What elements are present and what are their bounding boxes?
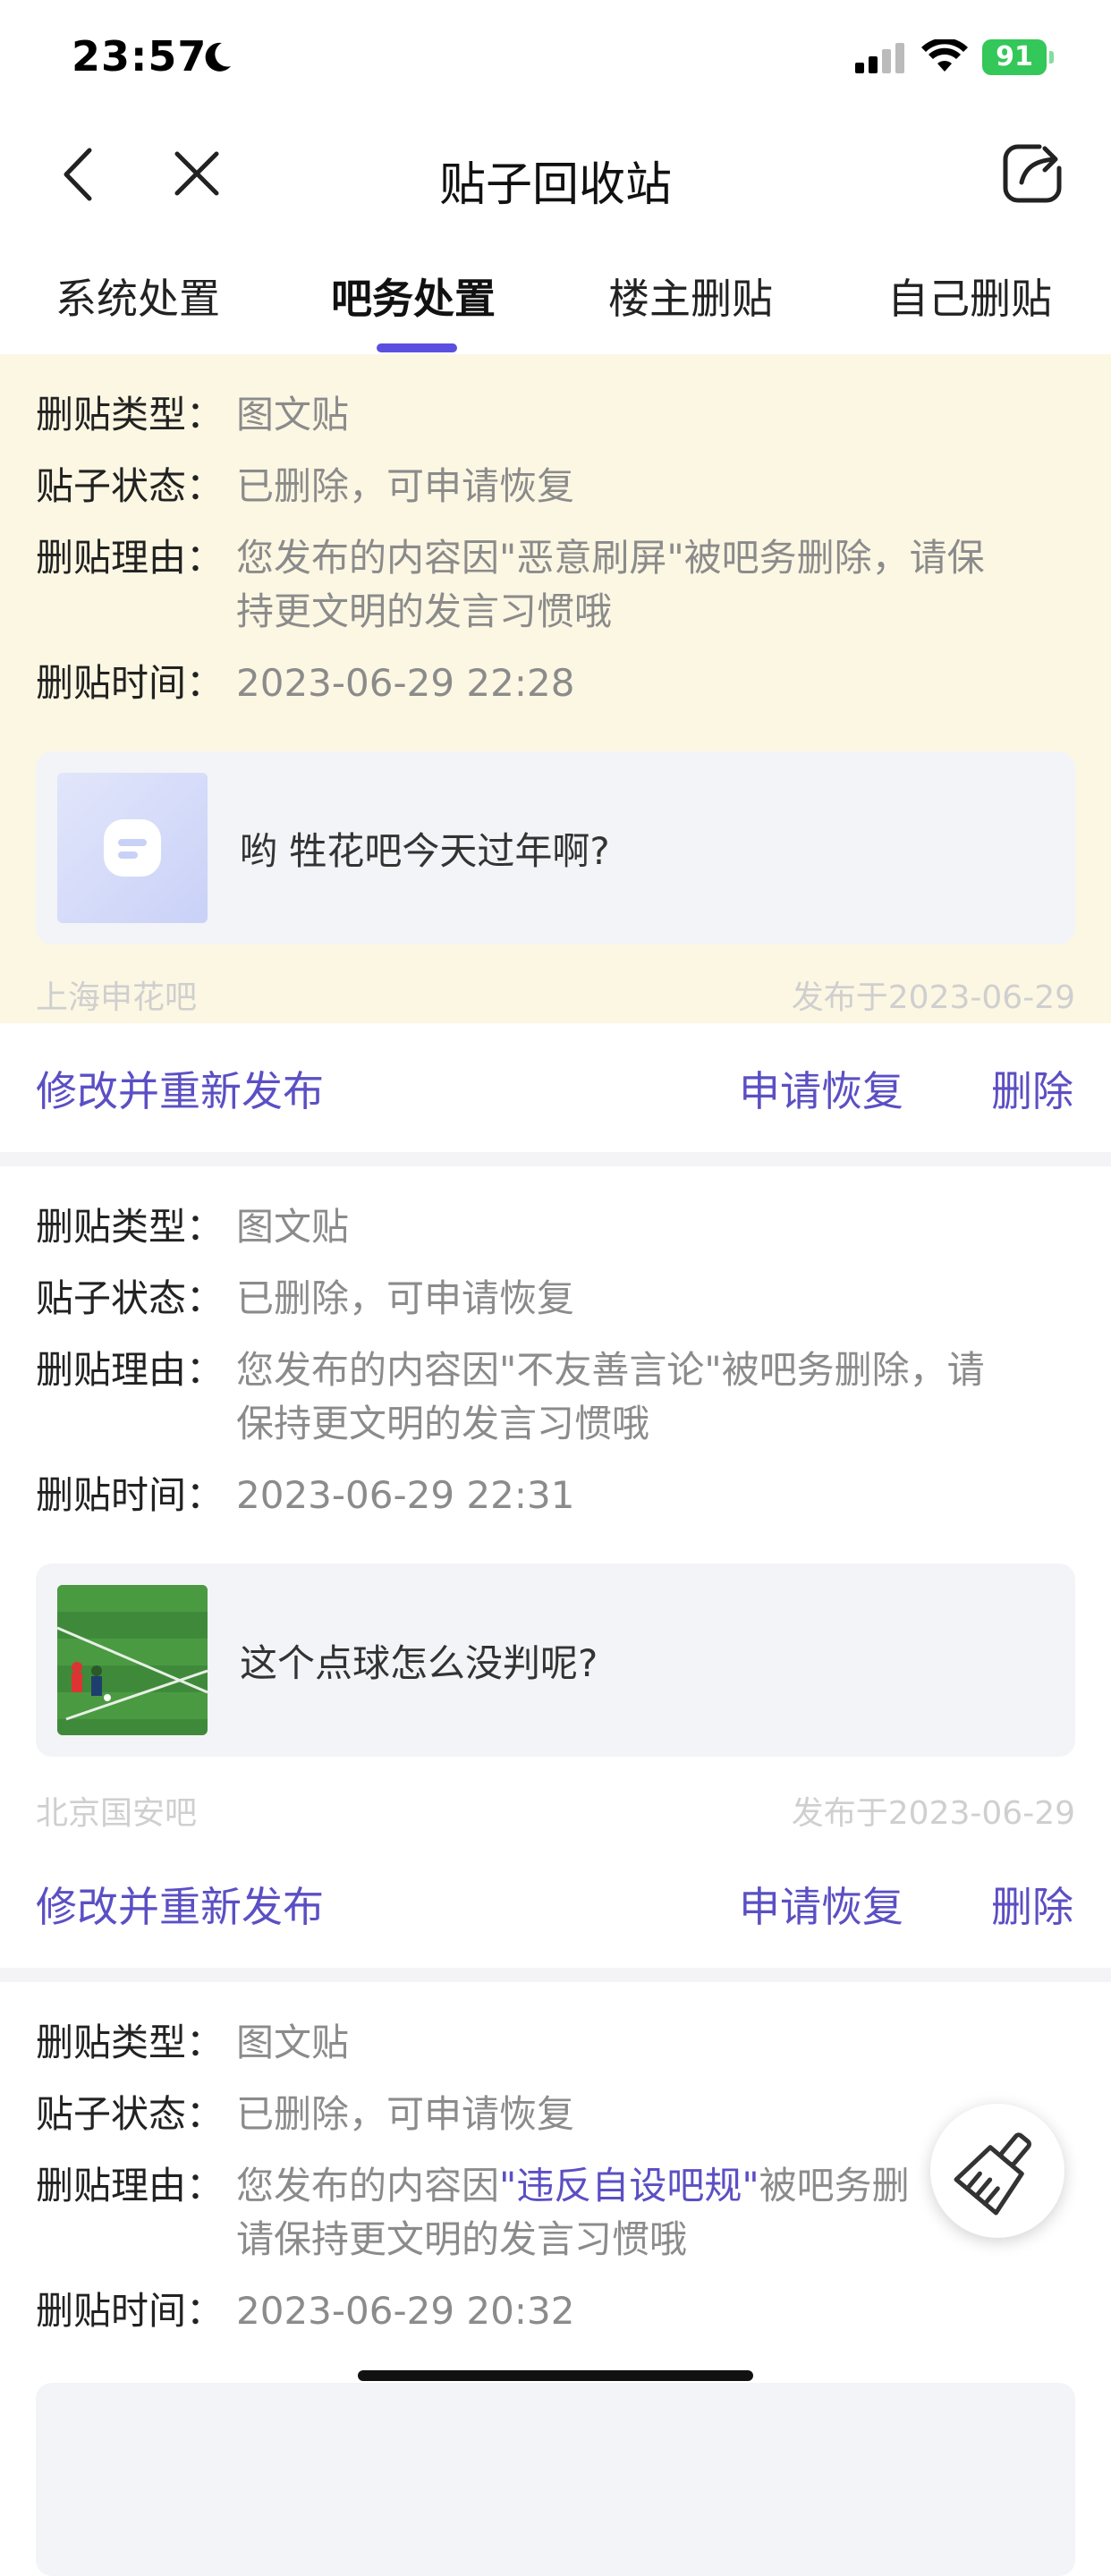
card-actions: 修改并重新发布 申请恢复 删除	[0, 1839, 1111, 1964]
edit-republish-button[interactable]: 修改并重新发布	[36, 1059, 324, 1118]
bar-name: 上海申花吧	[36, 979, 198, 1016]
post-thumbnail	[57, 1585, 208, 1735]
tab-bar: 系统处置 吧务处置 楼主删贴 自己删贴	[0, 242, 1111, 354]
tab-admin[interactable]: 吧务处置	[331, 267, 496, 326]
apply-restore-button[interactable]: 申请恢复	[739, 1059, 903, 1118]
status-bar: 23:57 91	[0, 0, 1111, 116]
tab-self-deleted[interactable]: 自己删贴	[887, 267, 1052, 326]
battery-indicator: 91	[982, 39, 1054, 75]
share-icon[interactable]	[1000, 141, 1064, 206]
status-time: 23:57	[72, 32, 208, 80]
tab-system[interactable]: 系统处置	[55, 267, 220, 326]
publish-date: 发布于2023-06-29	[791, 979, 1075, 1016]
divider	[0, 1152, 1111, 1166]
post-preview[interactable]	[36, 2383, 1075, 2576]
reason-rule-link[interactable]: "违反自设吧规"	[499, 2164, 759, 2207]
delete-button[interactable]: 删除	[991, 1875, 1073, 1934]
post-title: 这个点球怎么没判呢?	[240, 1641, 598, 1685]
broom-icon	[954, 2132, 1031, 2216]
post-preview[interactable]: 这个点球怎么没判呢?	[36, 1563, 1075, 1757]
placeholder-icon	[104, 819, 161, 877]
deleted-post-card: 删贴类型： 图文贴 贴子状态： 已删除，可申请恢复 删贴理由： 您发布的内容因"…	[36, 1205, 1075, 1832]
tab-indicator	[377, 343, 457, 352]
cleanup-button[interactable]	[930, 2104, 1064, 2238]
card-actions: 修改并重新发布 申请恢复 删除	[0, 1023, 1111, 1148]
football-photo	[57, 1585, 208, 1735]
signal-icon	[855, 43, 904, 73]
page-title: 贴子回收站	[438, 158, 672, 212]
moon-icon	[205, 42, 231, 72]
delete-button[interactable]: 删除	[991, 1059, 1073, 1118]
home-indicator	[358, 2370, 753, 2381]
divider	[0, 1968, 1111, 1982]
bar-name: 北京国安吧	[36, 1795, 198, 1832]
nav-bar: 贴子回收站	[0, 116, 1111, 233]
post-title: 哟 牲花吧今天过年啊?	[240, 829, 610, 873]
deleted-post-card: 删贴类型： 图文贴 贴子状态： 已删除，可申请恢复 删贴理由： 您发布的内容因"…	[0, 354, 1111, 1023]
edit-republish-button[interactable]: 修改并重新发布	[36, 1875, 324, 1934]
publish-date: 发布于2023-06-29	[791, 1795, 1075, 1832]
apply-restore-button[interactable]: 申请恢复	[739, 1875, 903, 1934]
post-preview[interactable]: 哟 牲花吧今天过年啊?	[36, 751, 1075, 945]
post-thumbnail	[57, 773, 208, 923]
wifi-icon	[921, 39, 968, 72]
tab-owner-deleted[interactable]: 楼主删贴	[608, 267, 773, 326]
